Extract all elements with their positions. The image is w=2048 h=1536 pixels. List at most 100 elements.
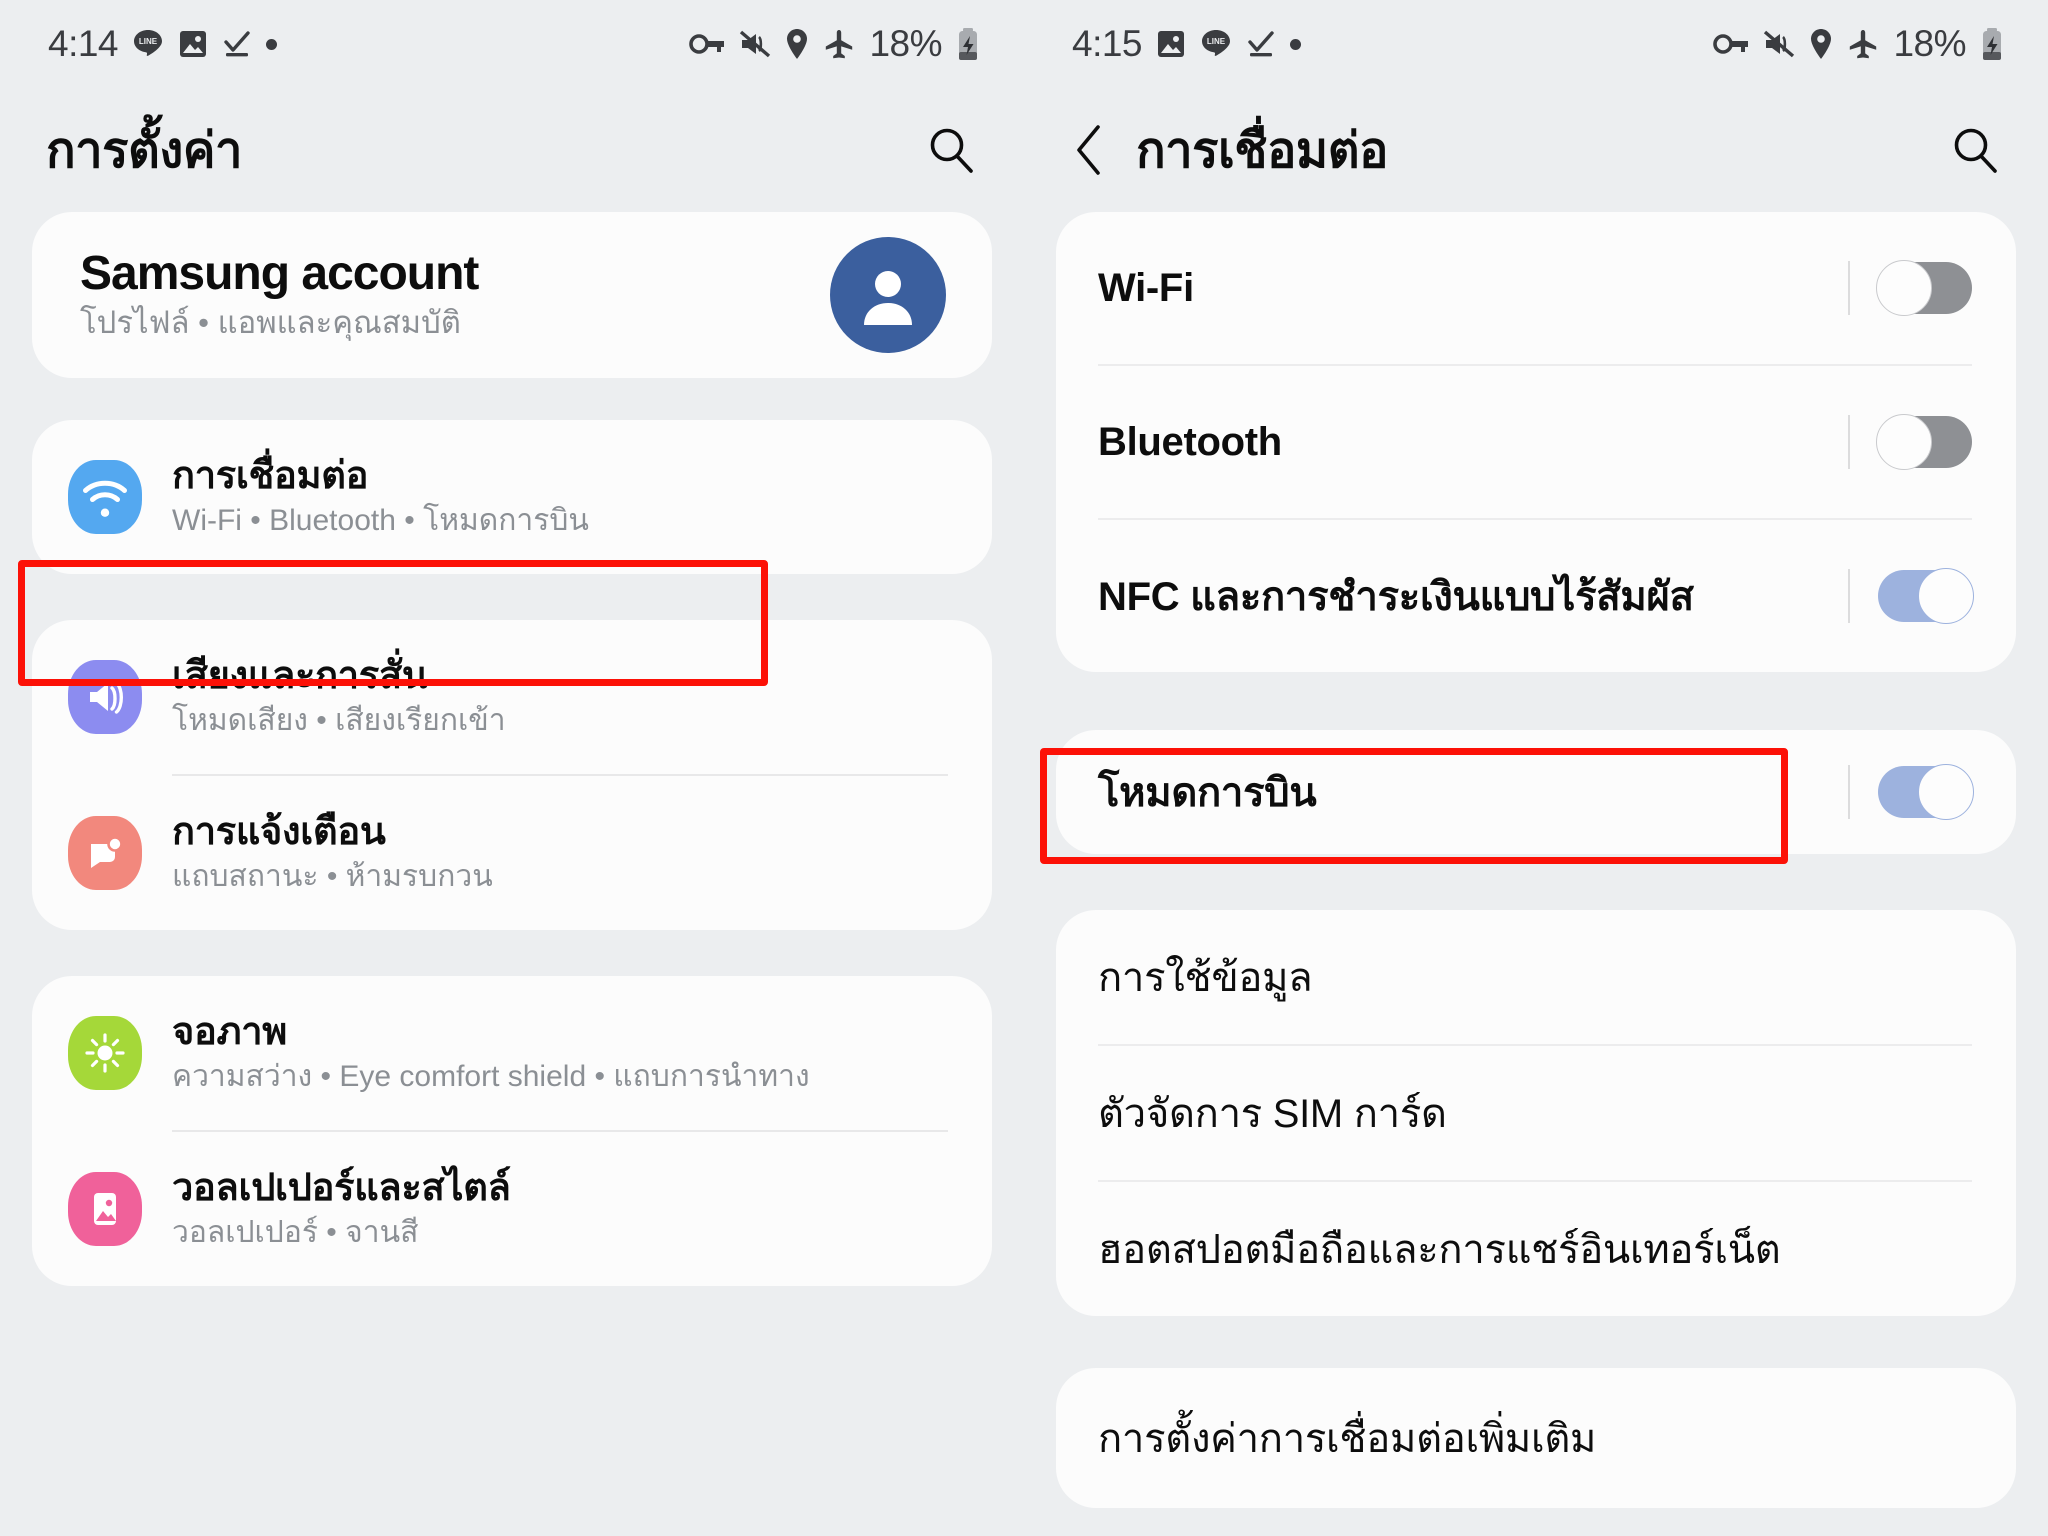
toggle-row-wifi[interactable]: Wi-Fi: [1056, 212, 2016, 364]
image-icon: [1156, 28, 1186, 60]
connections-title: การเชื่อมต่อ: [172, 455, 369, 498]
status-bar-right-group: 18%: [1713, 23, 2004, 65]
back-chevron-icon[interactable]: [1070, 122, 1114, 178]
list-item-data-usage[interactable]: การใช้ข้อมูล: [1056, 910, 2016, 1044]
notifications-text: การแจ้งเตือน แถบสถานะ • ห้ามรบกวน: [172, 810, 948, 895]
image-icon: [178, 28, 208, 60]
connections-app-bar: การเชื่อมต่อ: [1024, 88, 2048, 212]
sound-notification-card: เสียงและการสั่น โหมดเสียง • เสียงเรียกเข…: [32, 620, 992, 930]
wallpaper-image-icon: [68, 1172, 142, 1246]
sidebar-item-notifications[interactable]: การแจ้งเตือน แถบสถานะ • ห้ามรบกวน: [32, 776, 992, 930]
settings-app-bar: การตั้งค่า: [0, 88, 1024, 212]
nfc-toggle[interactable]: [1878, 568, 1974, 624]
notification-bubble-icon: [68, 816, 142, 890]
notifications-subtitle: แถบสถานะ • ห้ามรบกวน: [172, 860, 493, 894]
sidebar-item-connections[interactable]: การเชื่อมต่อ Wi-Fi • Bluetooth • โหมดการ…: [32, 420, 992, 574]
search-icon[interactable]: [1942, 117, 2008, 183]
toggle-row-nfc[interactable]: NFC และการชำระเงินแบบไร้สัมผัส: [1056, 520, 2016, 672]
status-time: 4:14: [48, 23, 119, 64]
bluetooth-label: Bluetooth: [1098, 419, 1282, 464]
list-item-more-connection-settings[interactable]: การตั้งค่าการเชื่อมต่อเพิ่มเติม: [1056, 1368, 2016, 1508]
toggle-separator: [1848, 415, 1850, 469]
dot-icon: [266, 38, 278, 50]
display-text: จอภาพ ความสว่าง • Eye comfort shield • แ…: [172, 1010, 948, 1095]
battery-charging-icon: [1980, 27, 2004, 61]
airplane-mode-toggle[interactable]: [1878, 764, 1974, 820]
status-time: 4:15: [1072, 23, 1143, 64]
toggle-separator: [1848, 261, 1850, 315]
toggle-knob: [1876, 414, 1932, 470]
toggle-row-airplane-mode[interactable]: โหมดการบิน: [1056, 730, 2016, 854]
display-wallpaper-card: จอภาพ ความสว่าง • Eye comfort shield • แ…: [32, 976, 992, 1286]
toggle-separator: [1848, 569, 1850, 623]
dot-icon: [1290, 38, 1302, 50]
connections-card[interactable]: การเชื่อมต่อ Wi-Fi • Bluetooth • โหมดการ…: [32, 420, 992, 574]
list-item-mobile-hotspot[interactable]: ฮอตสปอตมือถือและการแชร์อินเทอร์เน็ต: [1056, 1182, 2016, 1316]
sound-title: เสียงและการสั่น: [172, 655, 428, 698]
sidebar-item-sound[interactable]: เสียงและการสั่น โหมดเสียง • เสียงเรียกเข…: [32, 620, 992, 774]
samsung-account-card[interactable]: Samsung account โปรไฟล์ • แอพและคุณสมบัต…: [32, 212, 992, 378]
mobile-hotspot-label: ฮอตสปอตมือถือและการแชร์อินเทอร์เน็ต: [1098, 1228, 1781, 1272]
account-text: Samsung account โปรไฟล์ • แอพและคุณสมบัต…: [80, 246, 479, 343]
vpn-key-icon: [1713, 31, 1749, 57]
airplane-icon: [823, 28, 855, 60]
search-icon[interactable]: [918, 117, 984, 183]
app-bar-left: การตั้งค่า: [46, 111, 243, 189]
checkmark-underline-icon: [1246, 28, 1276, 60]
airplane-icon: [1847, 28, 1879, 60]
toggle-knob: [1876, 260, 1932, 316]
toggle-knob: [1918, 764, 1974, 820]
wifi-toggle[interactable]: [1876, 260, 1972, 316]
sim-manager-label: ตัวจัดการ SIM การ์ด: [1098, 1092, 1447, 1136]
sound-subtitle: โหมดเสียง • เสียงเรียกเข้า: [172, 704, 506, 738]
bluetooth-toggle[interactable]: [1876, 414, 1972, 470]
toggle-separator: [1848, 765, 1850, 819]
list-item-sim-manager[interactable]: ตัวจัดการ SIM การ์ด: [1056, 1046, 2016, 1180]
person-avatar-icon[interactable]: [830, 237, 946, 353]
battery-percent: 18%: [869, 23, 942, 64]
airplane-toggle-wrap[interactable]: [1848, 764, 1974, 820]
app-bar-left: การเชื่อมต่อ: [1070, 111, 1388, 189]
vpn-key-icon: [689, 31, 725, 57]
sound-text: เสียงและการสั่น โหมดเสียง • เสียงเรียกเข…: [172, 654, 948, 739]
line-icon: LINE: [1200, 28, 1232, 60]
line-icon: LINE: [132, 28, 164, 60]
status-bar-left-group: 4:15 LINE: [1072, 23, 1302, 65]
page-title: การเชื่อมต่อ: [1136, 124, 1388, 178]
location-icon: [785, 28, 809, 60]
svg-text:LINE: LINE: [139, 37, 158, 46]
status-bar-right: 4:15 LINE 18%: [1024, 0, 2048, 88]
nfc-toggle-wrap[interactable]: [1848, 568, 1974, 624]
airplane-mode-label: โหมดการบิน: [1098, 771, 1317, 815]
airplane-mode-card[interactable]: โหมดการบิน: [1056, 730, 2016, 854]
wifi-toggle-wrap[interactable]: [1848, 260, 1972, 316]
wallpaper-text: วอลเปเปอร์และสไตล์ วอลเปเปอร์ • จานสี: [172, 1166, 948, 1251]
display-subtitle: ความสว่าง • Eye comfort shield • แถบการน…: [172, 1060, 810, 1094]
brightness-sun-icon: [68, 1016, 142, 1090]
sidebar-item-wallpaper[interactable]: วอลเปเปอร์และสไตล์ วอลเปเปอร์ • จานสี: [32, 1132, 992, 1286]
sidebar-item-display[interactable]: จอภาพ ความสว่าง • Eye comfort shield • แ…: [32, 976, 992, 1130]
svg-text:LINE: LINE: [1207, 37, 1226, 46]
dual-screenshot-container: 4:14 LINE 18% การตั้งค่า Samsung account…: [0, 0, 2048, 1536]
nfc-label: NFC และการชำระเงินแบบไร้สัมผัส: [1098, 575, 1694, 619]
toggle-row-bluetooth[interactable]: Bluetooth: [1056, 366, 2016, 518]
connections-subtitle: Wi-Fi • Bluetooth • โหมดการบิน: [172, 504, 589, 538]
wallpaper-subtitle: วอลเปเปอร์ • จานสี: [172, 1216, 419, 1250]
data-usage-label: การใช้ข้อมูล: [1098, 956, 1313, 1000]
battery-percent: 18%: [1893, 23, 1966, 64]
notifications-title: การแจ้งเตือน: [172, 811, 386, 854]
battery-charging-icon: [956, 27, 980, 61]
wallpaper-title: วอลเปเปอร์และสไตล์: [172, 1167, 511, 1210]
more-connection-settings-card: การตั้งค่าการเชื่อมต่อเพิ่มเติม: [1056, 1368, 2016, 1508]
connection-links-card: การใช้ข้อมูล ตัวจัดการ SIM การ์ด ฮอตสปอต…: [1056, 910, 2016, 1316]
bluetooth-toggle-wrap[interactable]: [1848, 414, 1972, 470]
toggle-knob: [1918, 568, 1974, 624]
account-title: Samsung account: [80, 246, 479, 300]
wifi-label: Wi-Fi: [1098, 265, 1194, 310]
page-title: การตั้งค่า: [46, 124, 243, 178]
wifi-icon: [68, 460, 142, 534]
connections-screen: 4:15 LINE 18% การเชื่อมต่อ Wi-Fi Bluetoo…: [1024, 0, 2048, 1536]
status-bar-left: 4:14 LINE 18%: [0, 0, 1024, 88]
settings-screen: 4:14 LINE 18% การตั้งค่า Samsung account…: [0, 0, 1024, 1536]
display-title: จอภาพ: [172, 1011, 288, 1054]
